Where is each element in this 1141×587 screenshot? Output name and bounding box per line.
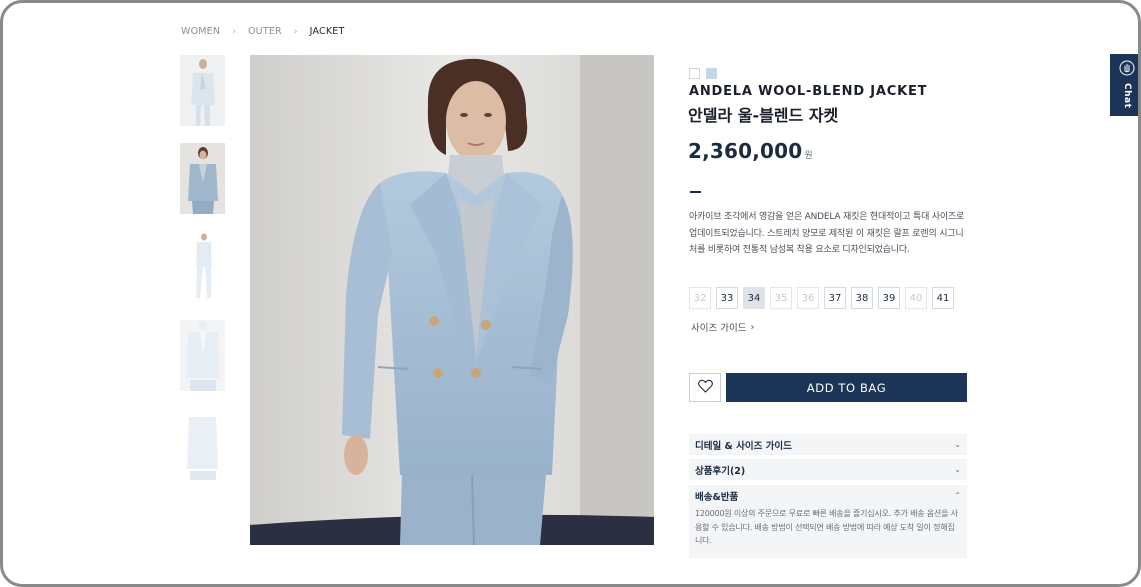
chevron-up-icon: ⌃ bbox=[954, 491, 961, 500]
size-option[interactable]: 37 bbox=[824, 287, 846, 309]
chevron-down-icon: ⌄ bbox=[954, 440, 961, 449]
chat-label: Chat bbox=[1122, 83, 1132, 109]
chevron-right-icon: › bbox=[750, 321, 755, 333]
size-option: 40 bbox=[905, 287, 927, 309]
thumbnail-3[interactable] bbox=[180, 231, 225, 302]
thumbnail-2[interactable] bbox=[180, 143, 225, 214]
breadcrumb-women[interactable]: WOMEN bbox=[181, 26, 220, 37]
main-product-image[interactable] bbox=[250, 55, 654, 545]
size-option: 36 bbox=[797, 287, 819, 309]
thumbnail-4[interactable] bbox=[180, 320, 225, 391]
breadcrumb: WOMEN › OUTER › JACKET bbox=[181, 26, 345, 37]
add-to-bag-button[interactable]: ADD TO BAG bbox=[726, 373, 967, 402]
thumbnail-5[interactable] bbox=[180, 409, 225, 480]
size-option: 32 bbox=[689, 287, 711, 309]
color-swatch-light-blue[interactable] bbox=[706, 68, 717, 79]
product-price: 2,360,000 원 bbox=[688, 139, 813, 163]
accordion-title: 디테일 & 사이즈 가이드 bbox=[695, 440, 792, 452]
color-swatches bbox=[689, 68, 717, 79]
size-option[interactable]: 38 bbox=[851, 287, 873, 309]
size-option[interactable]: 39 bbox=[878, 287, 900, 309]
breadcrumb-separator-icon: › bbox=[293, 26, 298, 37]
accordion-header[interactable]: 배송&반품 ⌃ bbox=[689, 485, 967, 506]
size-option[interactable]: 34 bbox=[743, 287, 765, 309]
wishlist-button[interactable] bbox=[689, 373, 721, 402]
accordion-shipping-returns[interactable]: 배송&반품 ⌃ 120000원 이상의 주문으로 무료로 빠른 배송을 즐기십시… bbox=[689, 485, 967, 558]
browser-frame: WOMEN › OUTER › JACKET ANDELA WOOL-BLEND… bbox=[0, 0, 1141, 587]
price-amount: 2,360,000 bbox=[688, 139, 803, 163]
accordion-title: 상품후기(2) bbox=[695, 465, 746, 477]
accordion-header[interactable]: 상품후기(2) ⌄ bbox=[689, 459, 967, 480]
chat-hand-icon bbox=[1119, 60, 1135, 80]
size-option[interactable]: 41 bbox=[932, 287, 954, 309]
product-name-ko: 안델라 울-블렌드 자켓 bbox=[688, 106, 839, 125]
accordion-reviews[interactable]: 상품후기(2) ⌄ bbox=[689, 459, 967, 480]
size-option: 35 bbox=[770, 287, 792, 309]
heart-icon bbox=[697, 378, 713, 397]
color-swatch-white[interactable] bbox=[689, 68, 700, 79]
breadcrumb-separator-icon: › bbox=[232, 26, 236, 37]
accordion-title: 배송&반품 bbox=[695, 491, 739, 503]
size-selector: 32 33 34 35 36 37 38 39 40 41 bbox=[689, 287, 954, 309]
divider bbox=[690, 191, 701, 193]
chevron-down-icon: ⌄ bbox=[954, 465, 961, 474]
accordion-detail-size[interactable]: 디테일 & 사이즈 가이드 ⌄ bbox=[689, 434, 967, 455]
chat-button[interactable]: Chat bbox=[1110, 54, 1138, 116]
size-option[interactable]: 33 bbox=[716, 287, 738, 309]
product-description: 아카이브 조각에서 영감을 얻은 ANDELA 재킷은 현대적이고 특대 사이즈… bbox=[689, 212, 965, 255]
size-guide-link[interactable]: 사이즈 가이드 › bbox=[691, 320, 755, 335]
price-currency: 원 bbox=[804, 151, 813, 161]
thumbnail-1[interactable] bbox=[180, 55, 225, 126]
product-name-en: ANDELA WOOL-BLEND JACKET bbox=[689, 84, 928, 99]
breadcrumb-jacket[interactable]: JACKET bbox=[310, 26, 345, 37]
breadcrumb-outer[interactable]: OUTER bbox=[248, 26, 282, 37]
size-guide-label: 사이즈 가이드 bbox=[691, 323, 747, 334]
accordion-header[interactable]: 디테일 & 사이즈 가이드 ⌄ bbox=[689, 434, 967, 455]
accordion-body: 120000원 이상의 주문으로 무료로 빠른 배송을 즐기십시오. 추가 배송… bbox=[695, 509, 958, 545]
